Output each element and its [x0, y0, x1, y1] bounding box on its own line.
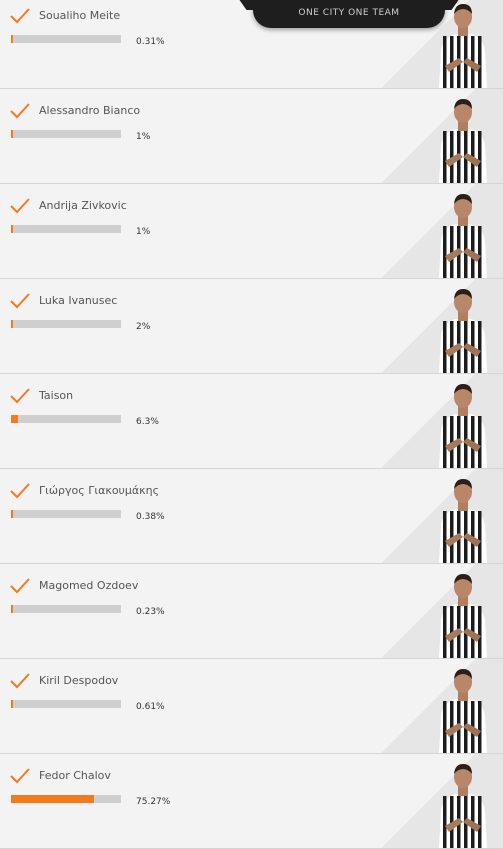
shirt-stripe [443, 796, 447, 848]
checkmark-icon[interactable] [10, 8, 30, 24]
player-photo [439, 479, 487, 563]
vote-progress-bar [11, 130, 121, 138]
vote-progress-fill [11, 700, 13, 708]
team-slogan-banner: ONE CITY ONE TEAM [253, 0, 445, 28]
poll-results-list: Soualiho Meite 0.31% Alessandro Bianco 1… [0, 0, 503, 849]
vote-percentage: 75.27% [136, 797, 171, 807]
vote-percentage: 0.31% [136, 37, 165, 47]
player-name: Magomed Ozdoev [39, 579, 139, 592]
player-name: Fedor Chalov [39, 769, 111, 782]
player-name: Andrija Zivkovic [39, 199, 127, 212]
vote-progress-bar [11, 320, 121, 328]
player-photo [439, 574, 487, 658]
checkmark-icon[interactable] [10, 293, 30, 309]
poll-option-row[interactable]: Fedor Chalov 75.27% [0, 754, 503, 849]
shirt-stripe [478, 416, 482, 468]
shirt-stripe [478, 321, 482, 373]
vote-progress-bar [11, 415, 121, 423]
vote-progress-fill [11, 415, 18, 423]
vote-progress-bar [11, 700, 121, 708]
shirt-stripe [478, 796, 482, 848]
vote-progress-fill [11, 605, 13, 613]
poll-option-row[interactable]: Alessandro Bianco 1% [0, 89, 503, 184]
player-name: Γιώργος Γιακουμάκης [39, 484, 160, 497]
shirt-stripe [478, 701, 482, 753]
vote-progress-fill [11, 35, 13, 43]
shirt-stripe [478, 131, 482, 183]
vote-percentage: 0.38% [136, 512, 165, 522]
vote-progress-fill [11, 510, 13, 518]
poll-option-row[interactable]: Magomed Ozdoev 0.23% [0, 564, 503, 659]
checkmark-icon[interactable] [10, 483, 30, 499]
player-name: Kiril Despodov [39, 674, 119, 687]
shirt-stripe [443, 416, 447, 468]
vote-progress-bar [11, 605, 121, 613]
shirt-stripe [443, 36, 447, 88]
shirt-stripe [443, 606, 447, 658]
player-name: Alessandro Bianco [39, 104, 141, 117]
shirt-stripe [478, 606, 482, 658]
vote-progress-fill [11, 795, 94, 803]
vote-progress-fill [11, 130, 13, 138]
player-photo [439, 669, 487, 753]
poll-option-row[interactable]: Γιώργος Γιακουμάκης 0.38% [0, 469, 503, 564]
shirt-stripe [443, 701, 447, 753]
checkmark-icon[interactable] [10, 578, 30, 594]
vote-percentage: 6.3% [136, 417, 159, 427]
player-photo [439, 289, 487, 373]
vote-progress-bar [11, 225, 121, 233]
checkmark-icon[interactable] [10, 673, 30, 689]
shirt-stripe [443, 226, 447, 278]
vote-percentage: 0.61% [136, 702, 165, 712]
player-photo [439, 99, 487, 183]
vote-percentage: 2% [136, 322, 151, 332]
vote-progress-fill [11, 320, 14, 328]
checkmark-icon[interactable] [10, 103, 30, 119]
player-photo [439, 384, 487, 468]
player-photo [439, 194, 487, 278]
player-photo [439, 764, 487, 848]
vote-percentage: 0.23% [136, 607, 165, 617]
poll-option-row[interactable]: Kiril Despodov 0.61% [0, 659, 503, 754]
vote-progress-bar [11, 35, 121, 43]
vote-percentage: 1% [136, 132, 151, 142]
checkmark-icon[interactable] [10, 198, 30, 214]
shirt-stripe [478, 36, 482, 88]
poll-option-row[interactable]: Andrija Zivkovic 1% [0, 184, 503, 279]
poll-option-row[interactable]: Luka Ivanusec 2% [0, 279, 503, 374]
shirt-stripe [478, 511, 482, 563]
vote-percentage: 1% [136, 227, 151, 237]
shirt-stripe [478, 226, 482, 278]
player-name: Soualiho Meite [39, 9, 121, 22]
poll-option-row[interactable]: Taison 6.3% [0, 374, 503, 469]
vote-progress-fill [11, 225, 13, 233]
shirt-stripe [443, 511, 447, 563]
vote-progress-bar [11, 795, 121, 803]
vote-progress-bar [11, 510, 121, 518]
shirt-stripe [443, 131, 447, 183]
checkmark-icon[interactable] [10, 768, 30, 784]
shirt-stripe [443, 321, 447, 373]
player-name: Taison [39, 389, 74, 402]
player-name: Luka Ivanusec [39, 294, 118, 307]
checkmark-icon[interactable] [10, 388, 30, 404]
